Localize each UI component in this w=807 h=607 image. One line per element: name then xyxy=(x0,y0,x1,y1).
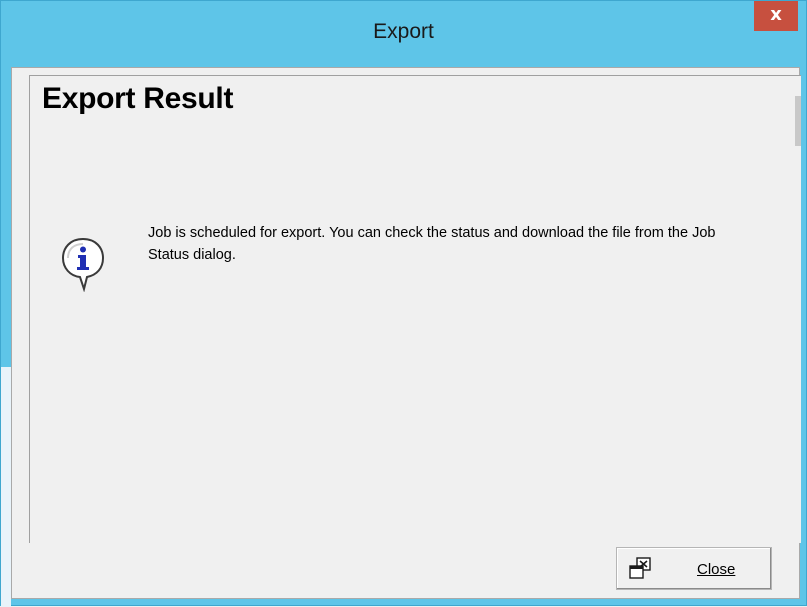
status-message: Job is scheduled for export. You can che… xyxy=(148,225,716,263)
info-icon xyxy=(61,237,105,292)
window-title: Export xyxy=(373,20,434,43)
export-dialog-window: Export x Export Result Job is scheduled … xyxy=(0,0,807,607)
page-title: Export Result xyxy=(42,82,234,115)
title-bar[interactable]: Export x xyxy=(1,1,806,67)
window-close-button[interactable]: x xyxy=(754,1,798,31)
close-button-label: Close xyxy=(697,561,736,578)
scrollbar-thumb[interactable] xyxy=(795,96,801,146)
close-window-icon xyxy=(629,557,651,579)
content-panel: Export Result Job is scheduled for expor… xyxy=(29,75,801,543)
vertical-scrollbar[interactable] xyxy=(795,76,801,543)
background-strip xyxy=(1,367,11,607)
close-button[interactable]: Close xyxy=(616,547,772,590)
